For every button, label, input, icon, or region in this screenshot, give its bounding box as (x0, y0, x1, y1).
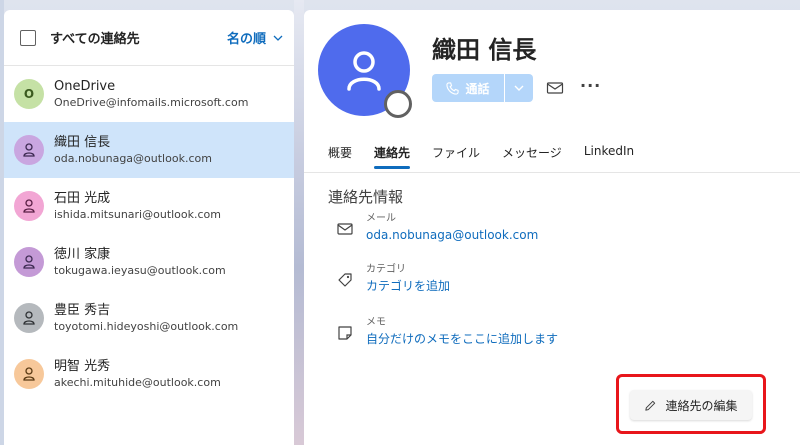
person-icon (23, 255, 35, 269)
presence-status-indicator (384, 90, 412, 118)
contact-email: toyotomi.hideyoshi@outlook.com (54, 320, 239, 333)
add-note-link[interactable]: 自分だけのメモをここに追加します (366, 330, 558, 348)
avatar (14, 359, 44, 389)
avatar (14, 191, 44, 221)
contact-row-akechi[interactable]: 明智 光秀 akechi.mituhide@outlook.com (4, 346, 294, 402)
tab-linkedin[interactable]: LinkedIn (584, 142, 634, 169)
call-label: 通話 (465, 81, 490, 96)
field-label: メモ (366, 317, 386, 328)
sort-label: 名の順 (226, 32, 266, 47)
email-link[interactable]: oda.nobunaga@outlook.com (366, 226, 538, 244)
contact-email: oda.nobunaga@outlook.com (54, 152, 212, 165)
section-title: 連絡先情報 (328, 188, 404, 206)
edit-contact-label: 連絡先の編集 (665, 398, 738, 413)
contact-row-toyotomi[interactable]: 豊臣 秀吉 toyotomi.hideyoshi@outlook.com (4, 290, 294, 346)
phone-icon (446, 81, 460, 95)
tab-contact[interactable]: 連絡先 (374, 142, 411, 169)
sort-button[interactable]: 名の順 (227, 28, 284, 47)
person-icon (23, 199, 35, 213)
tabs-divider (304, 172, 800, 173)
avatar (14, 303, 44, 333)
contact-row-tokugawa[interactable]: 徳川 家康 tokugawa.ieyasu@outlook.com (4, 234, 294, 290)
list-header: すべての連絡先 名の順 (4, 10, 294, 66)
note-icon (338, 326, 352, 340)
call-options-dropdown[interactable] (505, 74, 533, 102)
contact-email: akechi.mituhide@outlook.com (54, 376, 221, 389)
edit-contact-button[interactable]: 連絡先の編集 (630, 390, 752, 420)
tab-messages[interactable]: メッセージ (502, 142, 562, 169)
contact-name: 織田 信長 (54, 135, 111, 150)
chevron-down-icon (514, 85, 524, 91)
call-button-group: 通話 (432, 74, 533, 102)
contact-name: 明智 光秀 (54, 359, 111, 374)
list-title: すべての連絡先 (50, 32, 140, 47)
pencil-icon (645, 400, 656, 411)
contact-row-ishida[interactable]: 石田 光成 ishida.mitsunari@outlook.com (4, 178, 294, 234)
more-options-button[interactable]: ··· (580, 76, 601, 95)
person-icon (23, 367, 35, 381)
contact-row-onedrive[interactable]: O OneDrive OneDrive@infomails.microsoft.… (4, 66, 294, 122)
avatar (14, 247, 44, 277)
avatar: O (14, 79, 44, 109)
avatar-letter: O (23, 87, 35, 101)
mail-icon[interactable] (546, 80, 564, 96)
contact-display-name: 織田 信長 (432, 36, 537, 64)
contact-name: 徳川 家康 (54, 247, 111, 262)
tab-files[interactable]: ファイル (432, 142, 480, 169)
contact-name: 豊臣 秀吉 (54, 303, 111, 318)
category-field: カテゴリ カテゴリを追加 (336, 263, 450, 295)
mail-icon (337, 223, 353, 235)
tag-icon (338, 273, 352, 287)
contact-email: ishida.mitsunari@outlook.com (54, 208, 222, 221)
background-divider (294, 0, 304, 445)
contact-email: tokugawa.ieyasu@outlook.com (54, 264, 226, 277)
contact-list-pane: すべての連絡先 名の順 O OneDrive OneDrive@infomail… (4, 10, 294, 445)
contact-row-oda[interactable]: 織田 信長 oda.nobunaga@outlook.com (4, 122, 294, 178)
contact-detail-pane: 織田 信長 通話 ··· 概要 連絡先 ファイル メッセージ LinkedIn … (304, 10, 800, 445)
email-field: メール oda.nobunaga@outlook.com (336, 212, 538, 244)
contact-name: 石田 光成 (54, 191, 111, 206)
person-icon (347, 51, 381, 91)
notes-field: メモ 自分だけのメモをここに追加します (336, 316, 558, 348)
add-category-link[interactable]: カテゴリを追加 (366, 277, 450, 295)
avatar (14, 135, 44, 165)
chevron-down-icon (273, 35, 283, 41)
contact-name: OneDrive (54, 79, 116, 94)
detail-tabs: 概要 連絡先 ファイル メッセージ LinkedIn (328, 142, 656, 169)
field-label: メール (366, 213, 396, 224)
call-button[interactable]: 通話 (432, 74, 504, 102)
contact-email: OneDrive@infomails.microsoft.com (54, 96, 249, 109)
select-all-checkbox[interactable] (20, 29, 36, 46)
person-icon (23, 143, 35, 157)
tab-overview[interactable]: 概要 (328, 142, 352, 169)
person-icon (23, 311, 35, 325)
field-label: カテゴリ (366, 264, 406, 275)
